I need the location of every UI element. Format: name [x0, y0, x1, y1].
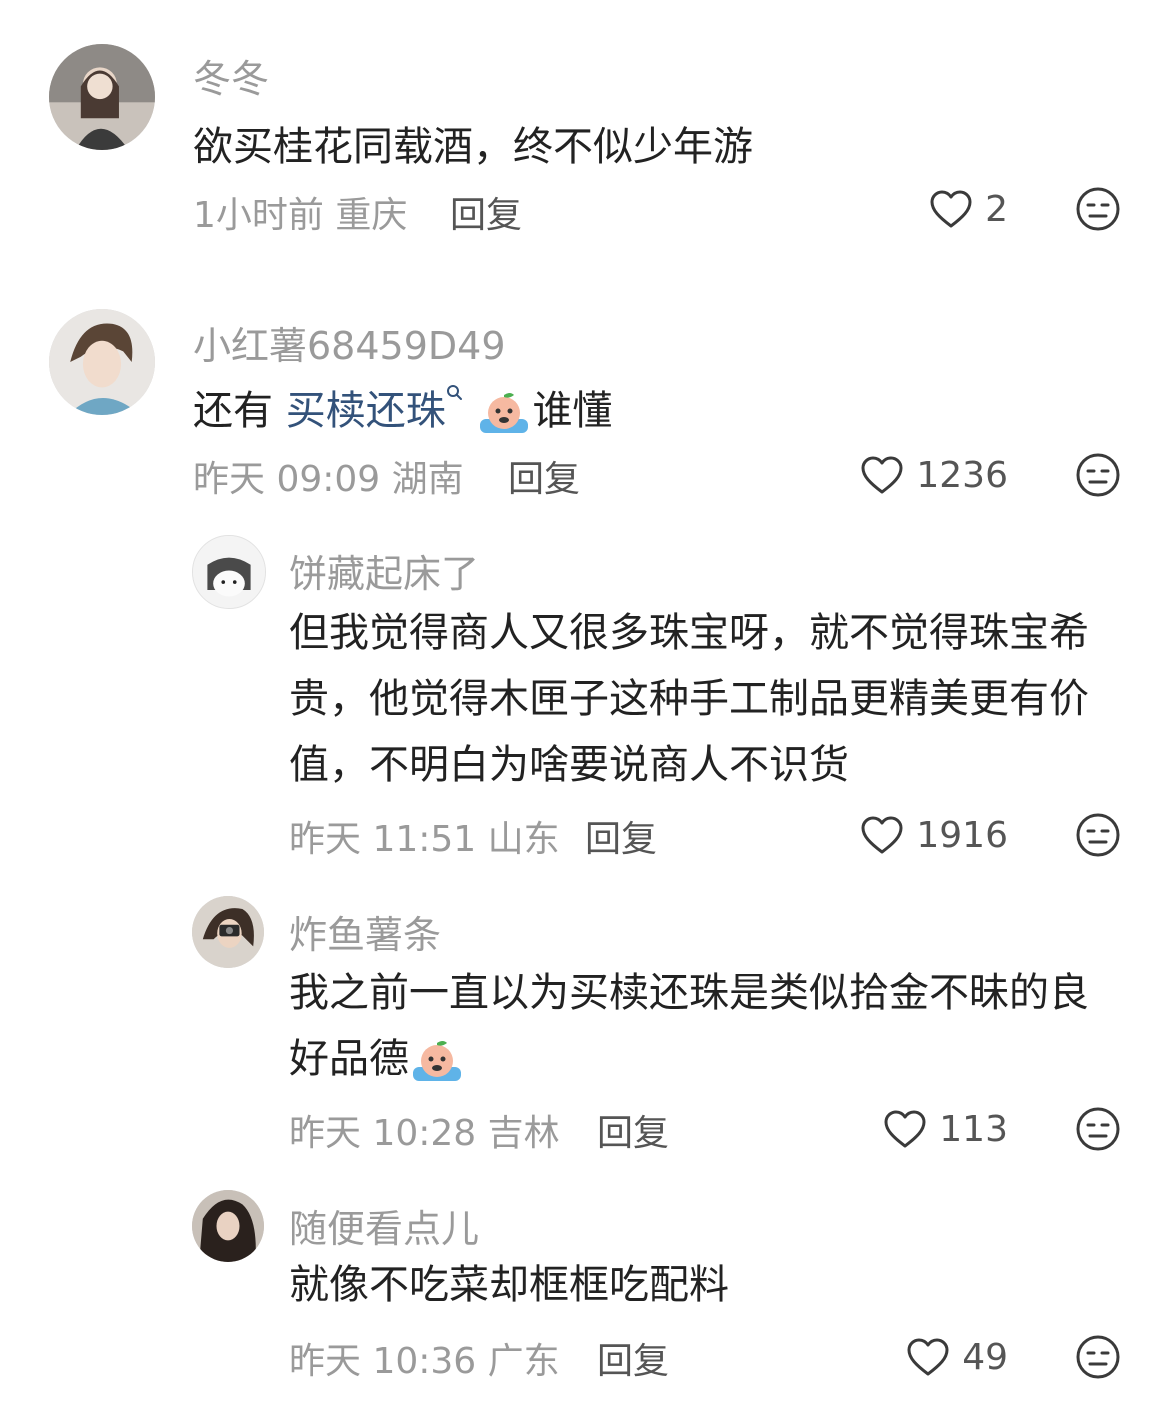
- comment-text: 欲买桂花同载酒，终不似少年游: [193, 124, 753, 170]
- heart-outline-icon: [861, 456, 903, 494]
- dislike-button[interactable]: [1075, 452, 1121, 498]
- reply-text-line: 就像不吃菜却框框吃配料: [289, 1262, 729, 1308]
- crying-peach-emoji: [480, 393, 529, 433]
- comment-meta: 昨天 11:51 山东: [289, 819, 560, 860]
- username[interactable]: 炸鱼薯条: [289, 904, 441, 959]
- reply-button[interactable]: 回复: [597, 1104, 669, 1156]
- like-button[interactable]: 2: [929, 186, 1008, 232]
- avatar-image: [193, 536, 265, 608]
- reply-text-line: 贵，他觉得木匣子这种手工制品更精美更有价: [289, 676, 1089, 722]
- like-count: 113: [939, 1108, 1008, 1150]
- heart-outline-icon: [930, 190, 972, 228]
- avatar[interactable]: [49, 44, 155, 150]
- like-count: 49: [962, 1336, 1008, 1378]
- like-count: 2: [985, 188, 1008, 230]
- like-button[interactable]: 1916: [860, 812, 1008, 858]
- unamused-face-icon: [1076, 1335, 1120, 1379]
- reply-text-line: 我之前一直以为买椟还珠是类似拾金不昧的良: [289, 970, 1089, 1016]
- unamused-face-icon: [1076, 453, 1120, 497]
- like-count: 1236: [916, 454, 1008, 496]
- avatar[interactable]: [49, 309, 155, 415]
- avatar[interactable]: [192, 896, 264, 968]
- avatar-image: [49, 309, 155, 415]
- reply-text-line: 好品德: [289, 1026, 465, 1092]
- like-count: 1916: [916, 814, 1008, 856]
- username[interactable]: 小红薯68459D49: [193, 315, 506, 370]
- comment-text-prefix: 还有: [193, 388, 286, 434]
- username[interactable]: 饼藏起床了: [289, 543, 479, 598]
- search-keyword-link[interactable]: 买椟还珠: [286, 388, 446, 434]
- unamused-face-icon: [1076, 813, 1120, 857]
- avatar[interactable]: [192, 535, 266, 609]
- heart-outline-icon: [884, 1110, 926, 1148]
- reply-text-line: 但我觉得商人又很多珠宝呀，就不觉得珠宝希: [289, 610, 1089, 656]
- like-button[interactable]: 49: [906, 1334, 1008, 1380]
- comment-meta: 1小时前 重庆: [193, 195, 408, 236]
- reply-button[interactable]: 回复: [450, 186, 522, 238]
- username[interactable]: 随便看点儿: [289, 1198, 479, 1253]
- unamused-face-icon: [1076, 1107, 1120, 1151]
- comment-text: 还有 买椟还珠 谁懂: [193, 378, 612, 437]
- reply-text-line: 值，不明白为啥要说商人不识货: [289, 742, 849, 788]
- like-button[interactable]: 1236: [860, 452, 1008, 498]
- avatar-image: [49, 44, 155, 150]
- comment-text-suffix: 谁懂: [532, 388, 613, 434]
- reply-text-fragment: 好品德: [289, 1036, 409, 1082]
- comment-meta: 昨天 09:09 湖南: [193, 459, 464, 500]
- comment-meta: 昨天 10:36 广东: [289, 1341, 560, 1382]
- username[interactable]: 冬冬: [193, 48, 269, 103]
- reply-button[interactable]: 回复: [508, 450, 580, 502]
- comment-meta: 昨天 10:28 吉林: [289, 1113, 560, 1154]
- like-button[interactable]: 113: [883, 1106, 1008, 1152]
- dislike-button[interactable]: [1075, 1334, 1121, 1380]
- dislike-button[interactable]: [1075, 186, 1121, 232]
- crying-peach-emoji: [413, 1041, 461, 1081]
- unamused-face-icon: [1076, 187, 1120, 231]
- heart-outline-icon: [907, 1338, 949, 1376]
- reply-button[interactable]: 回复: [597, 1332, 669, 1384]
- avatar-image: [192, 1190, 264, 1262]
- heart-outline-icon: [861, 816, 903, 854]
- search-icon: [446, 385, 462, 400]
- dislike-button[interactable]: [1075, 1106, 1121, 1152]
- avatar-image: [192, 896, 264, 968]
- reply-button[interactable]: 回复: [585, 810, 657, 862]
- dislike-button[interactable]: [1075, 812, 1121, 858]
- avatar[interactable]: [192, 1190, 264, 1262]
